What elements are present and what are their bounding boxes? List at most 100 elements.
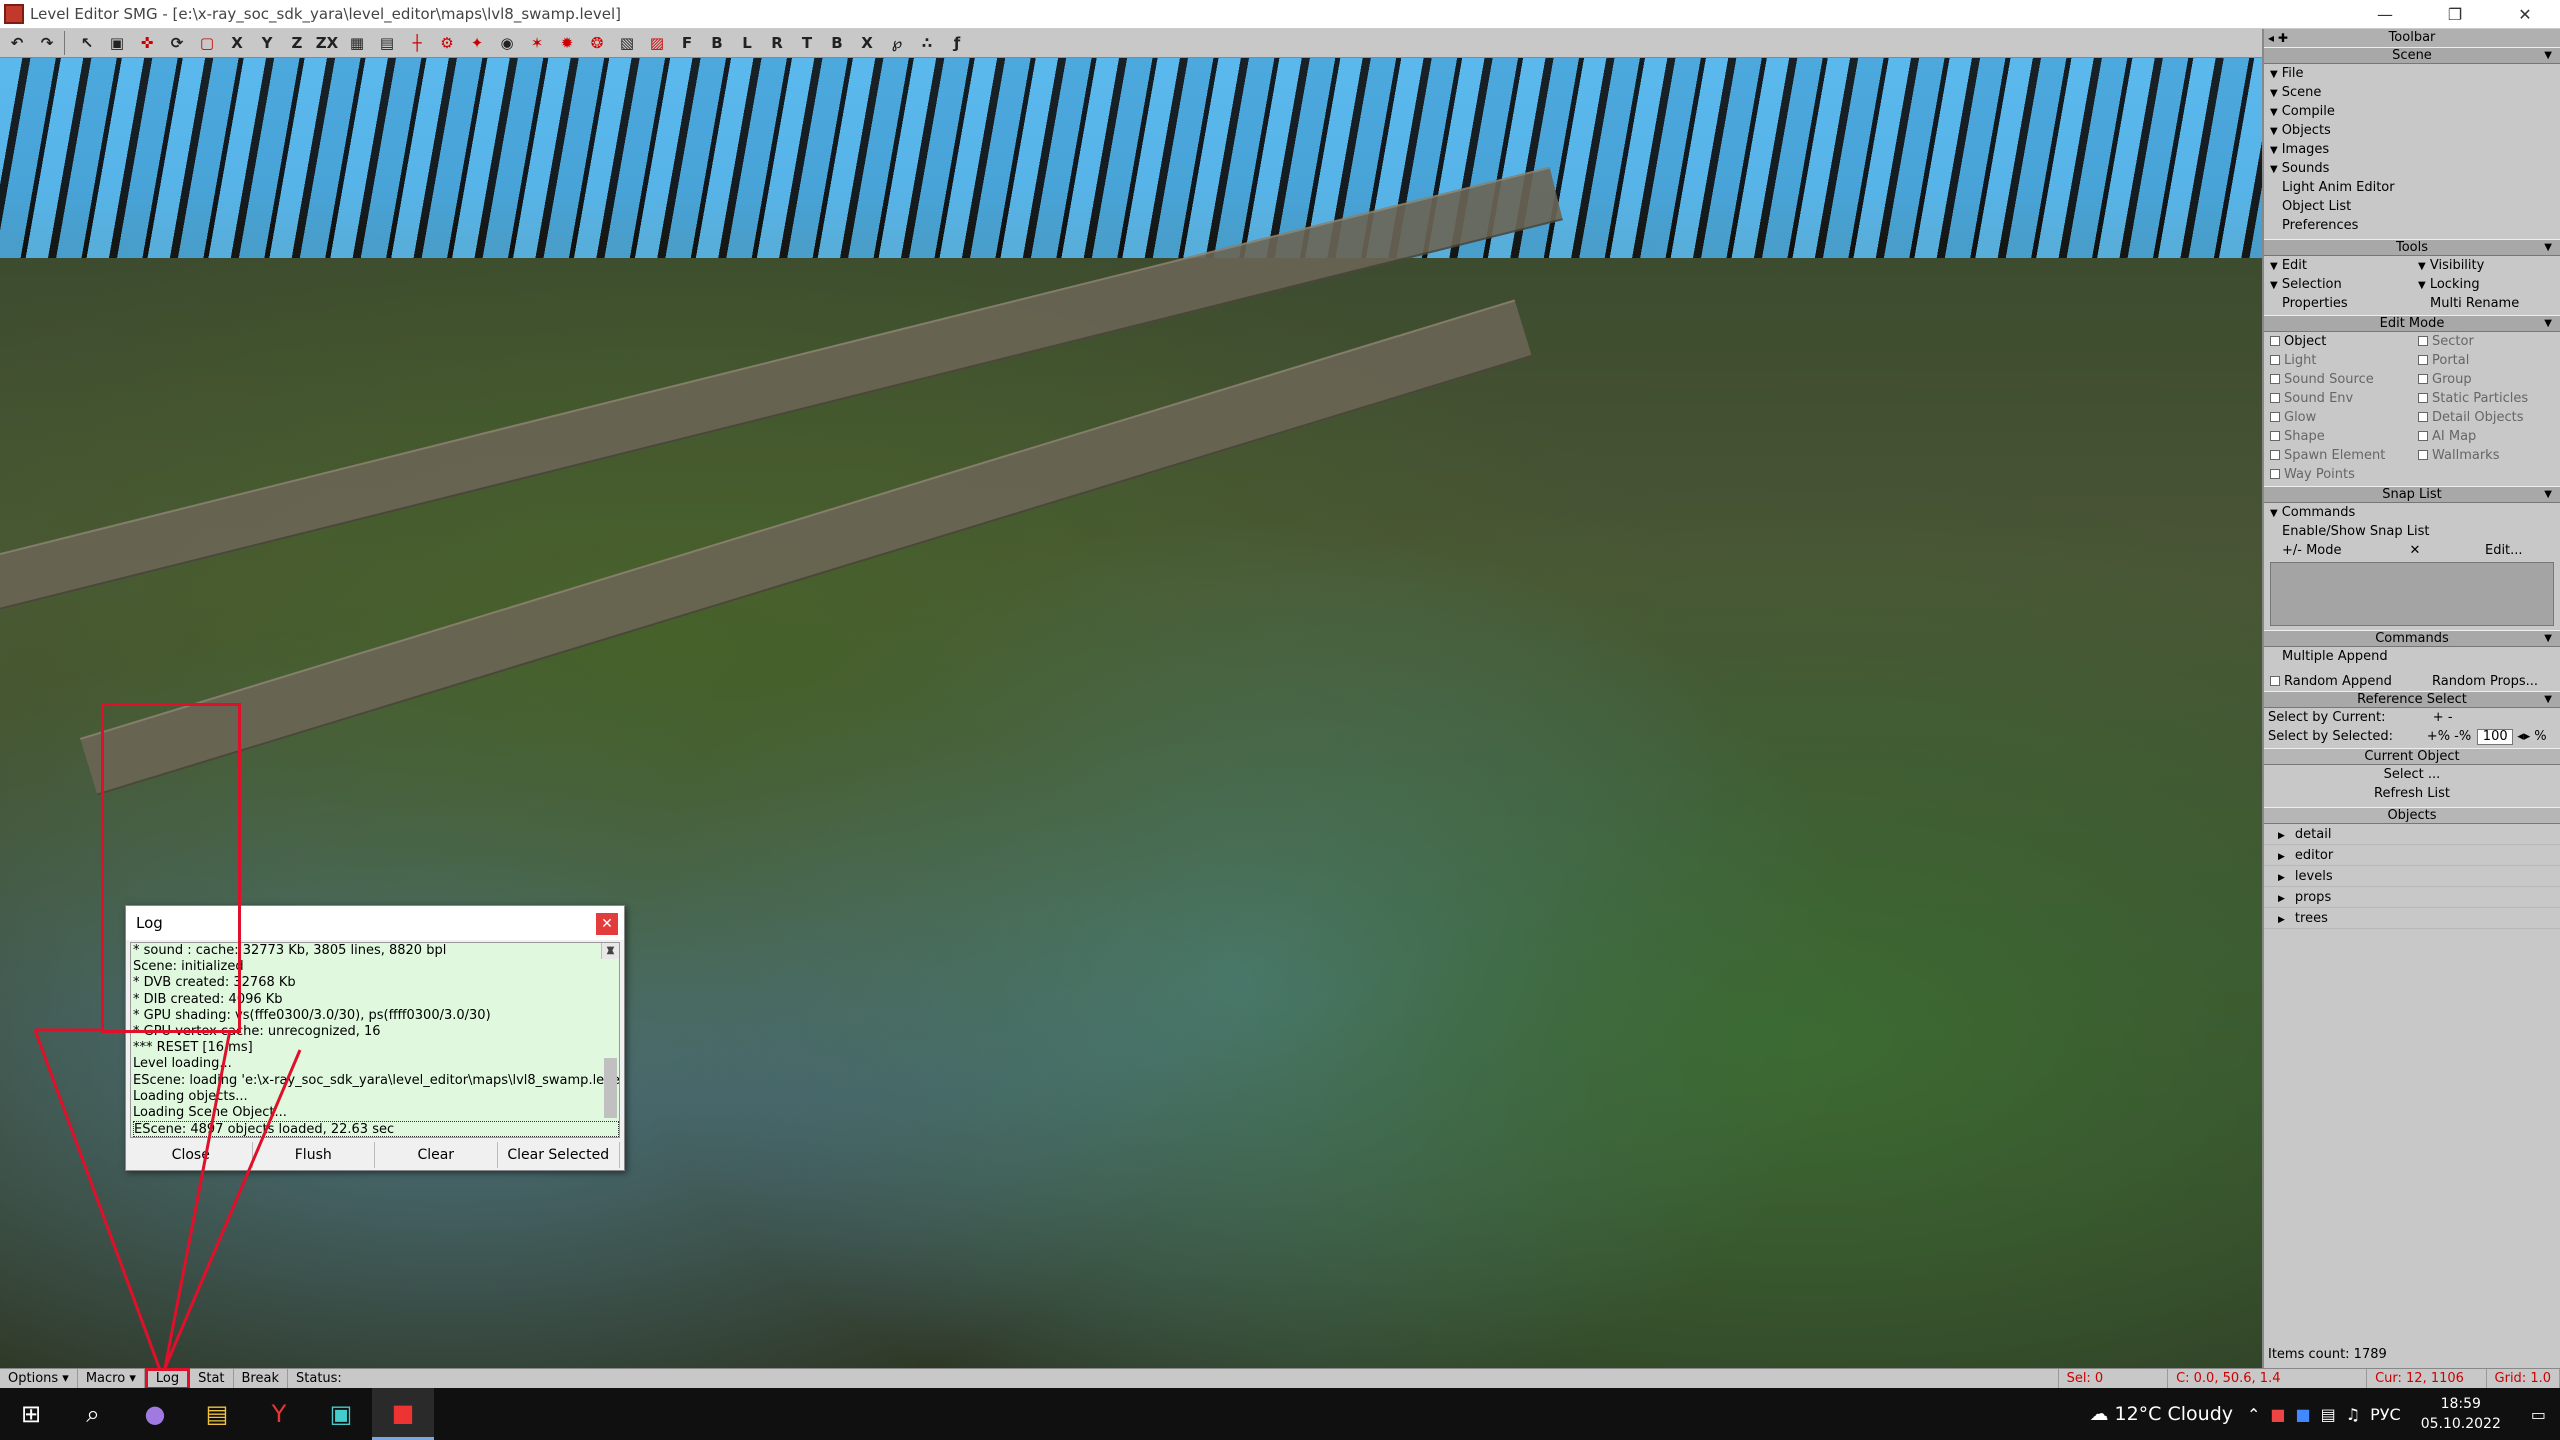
scale-icon[interactable]: ▢ [194,31,220,55]
stat-button[interactable]: Stat [190,1368,234,1389]
snap-normal-icon[interactable]: ⚙ [434,31,460,55]
enable-snap-list[interactable]: Enable/Show Snap List [2264,522,2560,541]
mode-spawn-element[interactable]: Spawn Element [2264,446,2412,465]
browser-icon[interactable]: Y [248,1388,310,1440]
tray-app-icon[interactable]: ■ [2296,1405,2311,1424]
mode-group[interactable]: Group [2412,370,2560,389]
tool-multi-rename[interactable]: Multi Rename [2412,294,2560,313]
snap-clear-button[interactable]: ✕ [2382,541,2441,560]
undo-icon[interactable]: ↶ [4,31,30,55]
view-back-button[interactable]: B [704,31,730,55]
axis-z-button[interactable]: Z [284,31,310,55]
checkbox-icon[interactable] [2418,393,2428,403]
level-editor-taskbar-icon[interactable]: ■ [372,1388,434,1440]
select-arrow-icon[interactable]: ↖ [74,31,100,55]
collapse-icon[interactable]: ▼ [2544,631,2552,647]
mode-portal[interactable]: Portal [2412,351,2560,370]
snap-edit-button[interactable]: Edit... [2442,541,2560,560]
select-by-current-buttons[interactable]: + - [2427,708,2560,727]
expand-icon[interactable]: ▶ [2278,915,2285,925]
checkbox-icon[interactable] [2270,355,2280,365]
menu-light-anim-editor[interactable]: Light Anim Editor [2264,178,2560,197]
minimize-button[interactable]: — [2350,0,2420,29]
checkbox-icon[interactable] [2270,469,2280,479]
axis-x-button[interactable]: X [224,31,250,55]
scroll-down-icon[interactable]: ▼ [602,943,619,959]
expand-icon[interactable]: ▶ [2278,873,2285,883]
select-percent-input[interactable]: 100 [2477,728,2514,745]
mode-shape[interactable]: Shape [2264,427,2412,446]
assistant-icon[interactable]: ● [124,1388,186,1440]
editmode-section-header[interactable]: Edit Mode ▼ [2264,315,2560,332]
shade-mode-icon[interactable]: ƒ [944,31,970,55]
collapse-icon[interactable]: ▼ [2544,487,2552,503]
checkbox-icon[interactable] [2270,431,2280,441]
collapse-icon[interactable]: ▼ [2544,692,2552,708]
random-props-button[interactable]: Random Props... [2412,672,2560,691]
pin-icon[interactable]: ◂ ✚ [2268,29,2288,47]
tool-locking[interactable]: ▼ Locking [2412,275,2560,294]
tray-antivirus-icon[interactable]: ■ [2270,1405,2285,1424]
search-icon[interactable]: ⌕ [62,1388,124,1440]
menu-scene[interactable]: ▼ Scene [2264,83,2560,102]
mode-object[interactable]: Object [2264,332,2412,351]
break-button[interactable]: Break [234,1368,288,1389]
collapse-icon[interactable]: ▼ [2544,240,2552,256]
tree-item[interactable]: ▶ detail [2264,824,2560,845]
checkbox-icon[interactable] [2270,412,2280,422]
snap-mode-button[interactable]: +/- Mode [2264,541,2382,560]
mode-way-points[interactable]: Way Points [2264,465,2412,484]
mode-static-particles[interactable]: Static Particles [2412,389,2560,408]
render-mode-icon[interactable]: ℘ [884,31,910,55]
view-bottom-button[interactable]: B [824,31,850,55]
checkbox-icon[interactable] [2270,676,2280,686]
menu-object-list[interactable]: Object List [2264,197,2560,216]
fill-mode-icon[interactable]: ∴ [914,31,940,55]
tray-network-icon[interactable]: ▤ [2321,1405,2336,1424]
macro-menu[interactable]: Macro ▾ [78,1368,145,1389]
view-left-button[interactable]: L [734,31,760,55]
checkbox-icon[interactable] [2418,412,2428,422]
tool-selection[interactable]: ▼ Selection [2264,275,2412,294]
select-object-button[interactable]: Select ... [2264,765,2560,784]
collapse-icon[interactable]: ▼ [2544,48,2552,64]
random-append-checkbox[interactable]: Random Append [2264,672,2412,691]
keyboard-language[interactable]: РУС [2370,1405,2401,1424]
view-front-button[interactable]: F [674,31,700,55]
snap-list-box[interactable] [2270,562,2554,626]
snap-grid-icon[interactable]: ▦ [344,31,370,55]
mode-sector[interactable]: Sector [2412,332,2560,351]
menu-images[interactable]: ▼ Images [2264,140,2560,159]
tree-item[interactable]: ▶ trees [2264,908,2560,929]
tool-properties[interactable]: Properties [2264,294,2412,313]
camera-icon[interactable]: ◉ [494,31,520,55]
app-launcher-icon[interactable]: ▣ [310,1388,372,1440]
folder-icon[interactable]: ▤ [186,1388,248,1440]
3d-viewport[interactable] [0,58,2262,1368]
checkbox-icon[interactable] [2418,355,2428,365]
checkbox-icon[interactable] [2418,336,2428,346]
view-reset-button[interactable]: X [854,31,880,55]
tree-item[interactable]: ▶ editor [2264,845,2560,866]
weather-widget[interactable]: ☁ 12°C Cloudy [2089,1403,2233,1425]
tool-edit[interactable]: ▼ Edit [2264,256,2412,275]
tree-item[interactable]: ▶ levels [2264,866,2560,887]
clock[interactable]: 18:59 05.10.2022 [2421,1394,2501,1434]
camera-arcball-icon[interactable]: ❂ [584,31,610,55]
options-menu[interactable]: Options ▾ [0,1368,78,1389]
redo-icon[interactable]: ↷ [34,31,60,55]
start-icon[interactable]: ⊞ [0,1388,62,1440]
menu-compile[interactable]: ▼ Compile [2264,102,2560,121]
select-percent-buttons[interactable]: +% -% [2427,727,2471,746]
snap-moving-icon[interactable]: ✦ [464,31,490,55]
tools-section-header[interactable]: Tools ▼ [2264,239,2560,256]
axis-zx-button[interactable]: ZX [314,31,340,55]
notification-icon[interactable]: ▭ [2531,1405,2546,1424]
zoom-selected-icon[interactable]: ▨ [644,31,670,55]
multiple-append-button[interactable]: Multiple Append [2264,647,2560,666]
checkbox-icon[interactable] [2418,450,2428,460]
mode-sound-source[interactable]: Sound Source [2264,370,2412,389]
maximize-button[interactable]: ❐ [2420,0,2490,29]
expand-icon[interactable]: ▶ [2278,831,2285,841]
mode-glow[interactable]: Glow [2264,408,2412,427]
